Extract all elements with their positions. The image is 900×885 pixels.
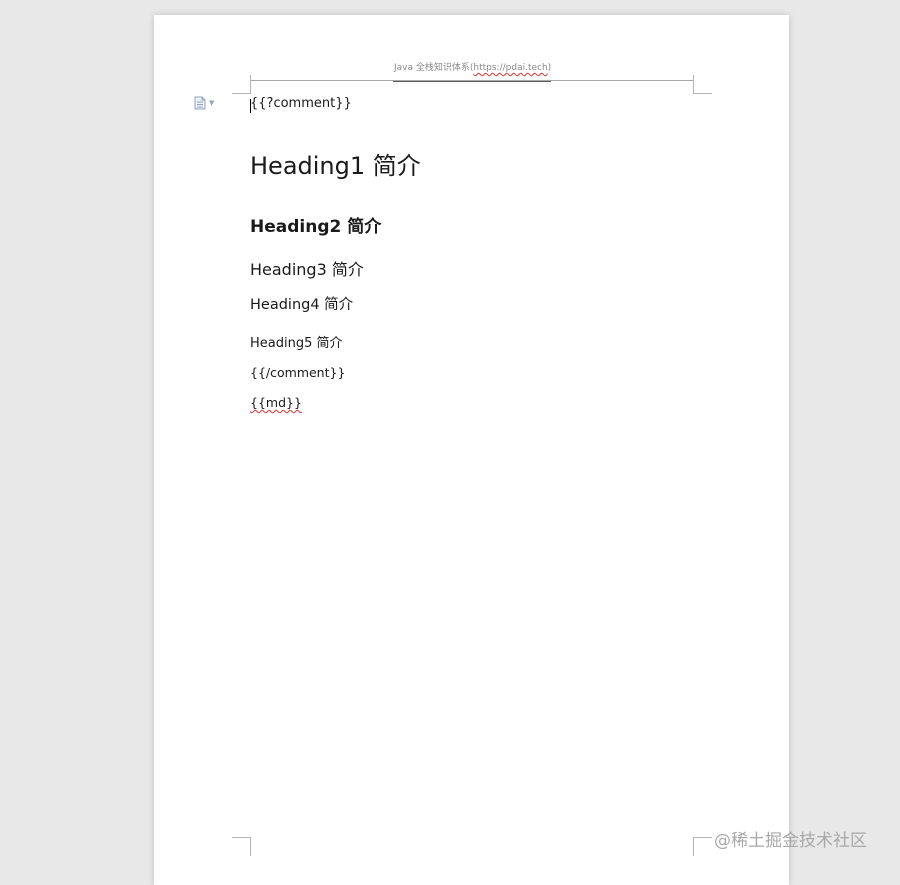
heading-3[interactable]: Heading3 简介	[250, 256, 364, 280]
heading-5[interactable]: Heading5 简介	[250, 332, 343, 351]
heading-2[interactable]: Heading2 简介	[250, 212, 381, 237]
header-prefix: Java 全栈知识体系(	[394, 63, 474, 73]
header-suffix: )	[547, 63, 552, 73]
margin-mark-top-right	[693, 75, 712, 94]
margin-mark-top-left	[232, 75, 251, 94]
header-link: https://pdai.tech	[473, 63, 548, 73]
comment-open-tag[interactable]: {{?comment}}	[250, 96, 352, 111]
heading-1[interactable]: Heading1 简介	[250, 146, 421, 181]
heading-4[interactable]: Heading4 简介	[250, 293, 353, 314]
watermark: @稀土掘金技术社区	[714, 831, 867, 851]
md-tag[interactable]: {{md}}	[250, 395, 302, 410]
comment-close-tag[interactable]: {{/comment}}	[250, 365, 345, 380]
chevron-down-icon: ▼	[209, 98, 215, 107]
page-header[interactable]: Java 全栈知识体系(https://pdai.tech)	[394, 60, 552, 73]
margin-mark-bottom-left	[232, 837, 251, 856]
document-options-icon	[194, 96, 206, 110]
margin-mark-bottom-right	[693, 837, 712, 856]
paragraph-options-button[interactable]: ▼	[194, 95, 222, 111]
header-underline	[393, 81, 551, 82]
document-page[interactable]: Java 全栈知识体系(https://pdai.tech) ▼ {{?comm…	[154, 15, 789, 885]
